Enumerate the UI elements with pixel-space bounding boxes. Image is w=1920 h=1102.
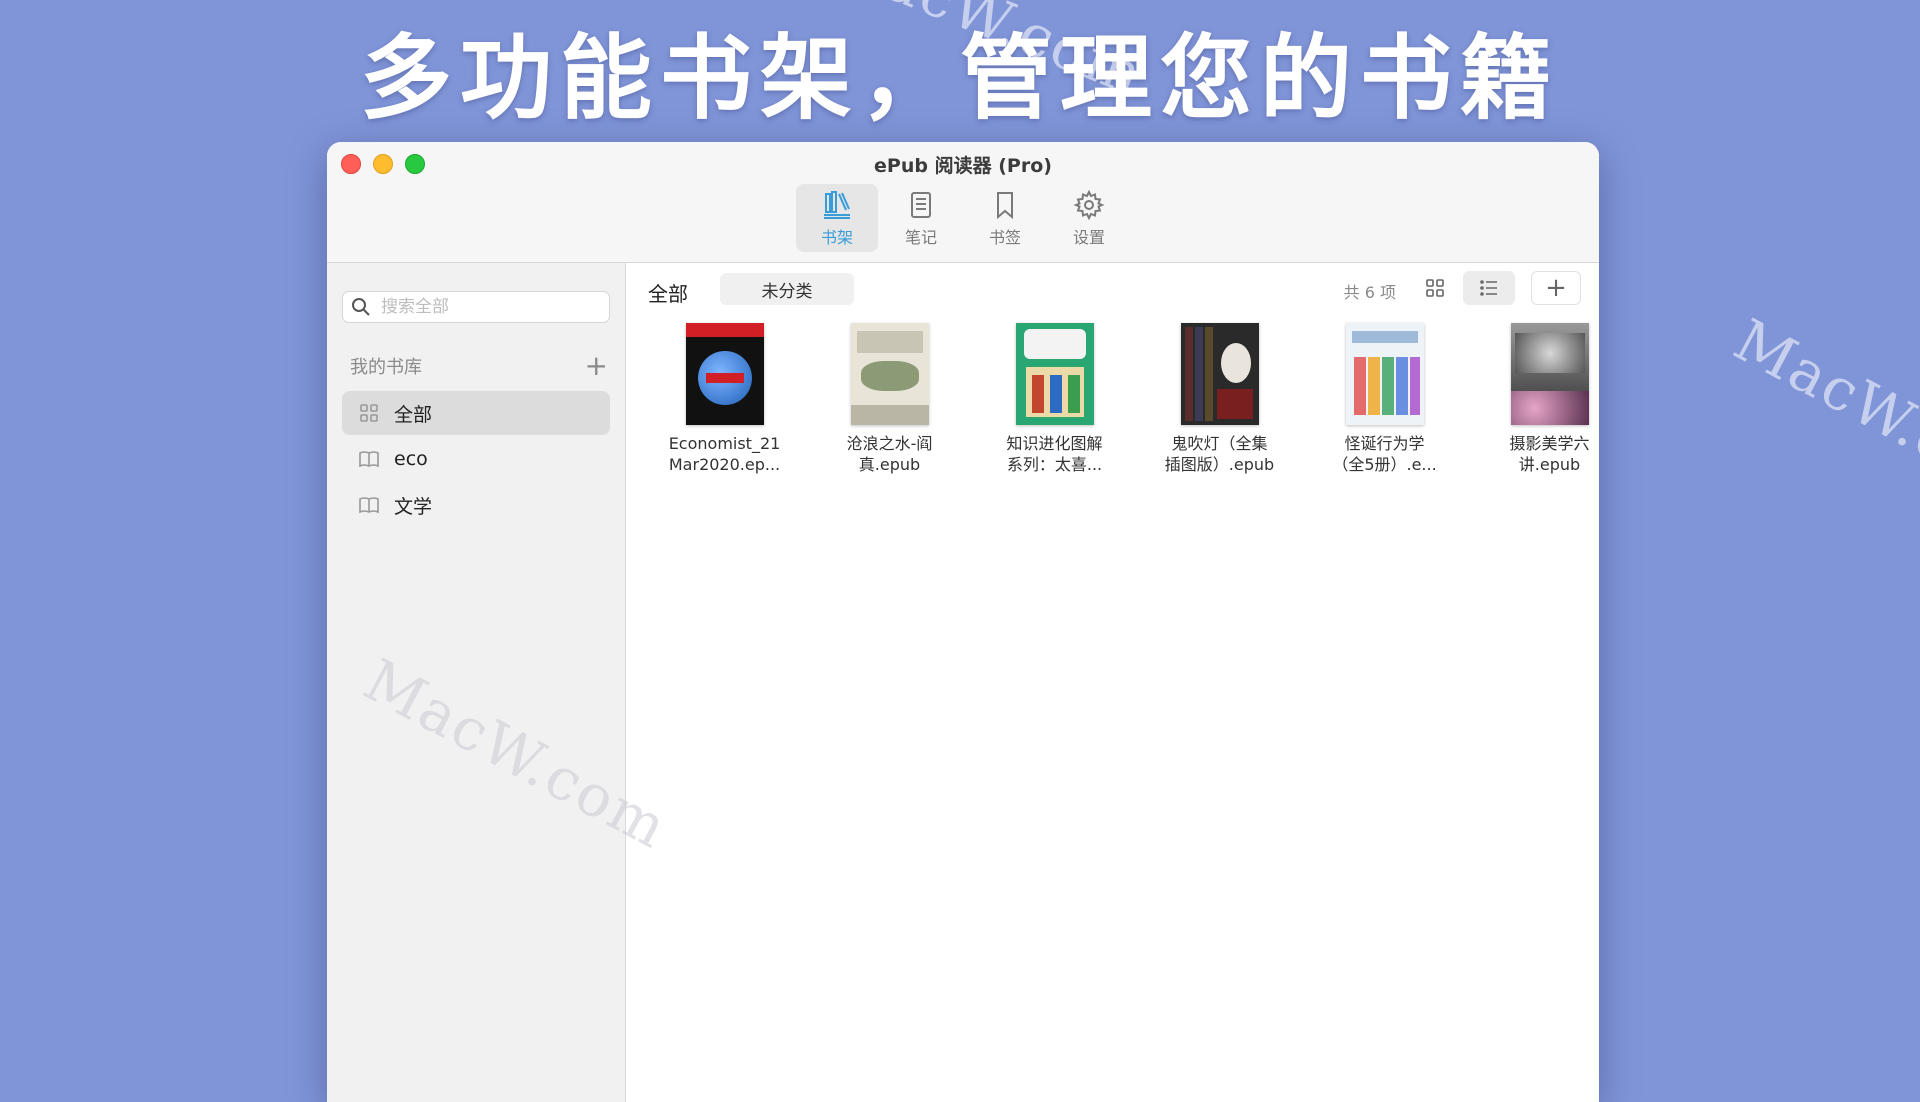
list-view-button[interactable] [1463,271,1515,305]
book-title-line: 系列：太喜... [1006,455,1103,474]
sidebar-item-eco[interactable]: eco [342,437,610,481]
tab-bookshelf[interactable]: 书架 [796,184,878,252]
tab-settings[interactable]: 设置 [1048,184,1130,252]
book-title-line: 真.epub [858,455,921,474]
notes-icon [911,191,931,218]
book-title-line: 怪诞行为学 [1344,434,1425,453]
tab-bookmarks[interactable]: 书签 [964,184,1046,252]
book-icon [359,451,379,468]
list-icon [1480,280,1497,296]
book-title-line: 摄影美学六 [1509,434,1590,453]
book-title: 沧浪之水-阎 真.epub [820,433,960,475]
book-grid: Economist_21 Mar2020.ep... 沧浪之水-阎 真.epub [642,323,1599,475]
book-icon [359,497,379,514]
grid-icon [1426,279,1444,297]
book-item[interactable]: Economist_21 Mar2020.ep... [642,323,807,475]
search-icon [352,298,370,316]
item-count: 共 6 项 [1343,283,1396,302]
window-title: ePub 阅读器 (Pro) [874,155,1052,177]
search-input[interactable] [379,296,593,318]
book-cover [1510,323,1589,425]
book-title-line: Mar2020.ep... [668,455,781,474]
book-cover [685,323,764,425]
add-library-button[interactable]: + [585,352,608,380]
gear-icon [1073,189,1105,220]
promo-headline: 多功能书架，管理您的书籍 [359,25,1560,132]
book-title: 摄影美学六 讲.epub [1480,433,1600,475]
filter-all-tab[interactable]: 全部 [648,278,688,307]
book-title-line: 插图版）.epub [1164,455,1275,474]
title-bar: ePub 阅读器 (Pro) 书架 笔记 书签 设置 [327,142,1599,263]
main-toolbar: 书架 笔记 书签 设置 [327,184,1599,252]
grid-icon [360,404,378,422]
sidebar-item-label: 文学 [394,495,433,518]
book-item[interactable]: 知识进化图解 系列：太喜... [972,323,1137,475]
tab-label: 笔记 [904,227,937,247]
library-list: 全部 eco 文学 [342,391,610,529]
tab-label: 设置 [1072,227,1105,247]
library-header-label: 我的书库 [350,357,422,378]
book-item[interactable]: 怪诞行为学 （全5册）.e... [1302,323,1467,475]
book-item[interactable]: 鬼吹灯（全集 插图版）.epub [1137,323,1302,475]
book-title-line: 沧浪之水-阎 [846,434,933,453]
book-cover [850,323,929,425]
book-cover [1015,323,1094,425]
book-title: 怪诞行为学 （全5册）.e... [1315,433,1455,475]
bookmark-icon [997,191,1013,219]
book-title: Economist_21 Mar2020.ep... [655,433,795,475]
book-cover [1345,323,1424,425]
bookshelf-icon [824,190,850,219]
sidebar-item-literature[interactable]: 文学 [342,483,610,527]
book-title-line: 鬼吹灯（全集 [1171,434,1268,453]
tab-notes[interactable]: 笔记 [880,184,962,252]
app-window: ePub 阅读器 (Pro) 书架 笔记 书签 设置 搜索全部 我的书库 + 全… [327,142,1599,1102]
book-title-line: 知识进化图解 [1006,434,1103,453]
book-title-line: （全5册）.e... [1332,455,1437,474]
book-item[interactable]: 沧浪之水-阎 真.epub [807,323,972,475]
tab-label: 书架 [820,227,853,247]
tab-label: 书签 [988,227,1021,247]
filter-uncategorized-tab[interactable]: 未分类 [720,273,854,305]
book-title: 知识进化图解 系列：太喜... [985,433,1125,475]
book-title: 鬼吹灯（全集 插图版）.epub [1150,433,1290,475]
sidebar-item-all[interactable]: 全部 [342,391,610,435]
sidebar-item-label: eco [394,448,428,470]
book-item[interactable]: 摄影美学六 讲.epub [1467,323,1599,475]
bookshelf-content: 全部 未分类 共 6 项 + Economist_21 Mar2020.ep..… [626,263,1599,1102]
library-header: 我的书库 + [350,352,608,380]
add-book-button[interactable]: + [1531,271,1581,305]
book-title-line: 讲.epub [1518,455,1581,474]
sidebar-item-label: 全部 [394,403,433,426]
sidebar: 我的书库 + 全部 eco 文学 [327,263,626,1102]
watermark: MacW.com [1723,305,1920,523]
grid-view-button[interactable] [1409,271,1461,305]
book-cover [1180,323,1259,425]
search-box[interactable] [342,291,610,323]
book-title-line: Economist_21 [668,434,781,453]
